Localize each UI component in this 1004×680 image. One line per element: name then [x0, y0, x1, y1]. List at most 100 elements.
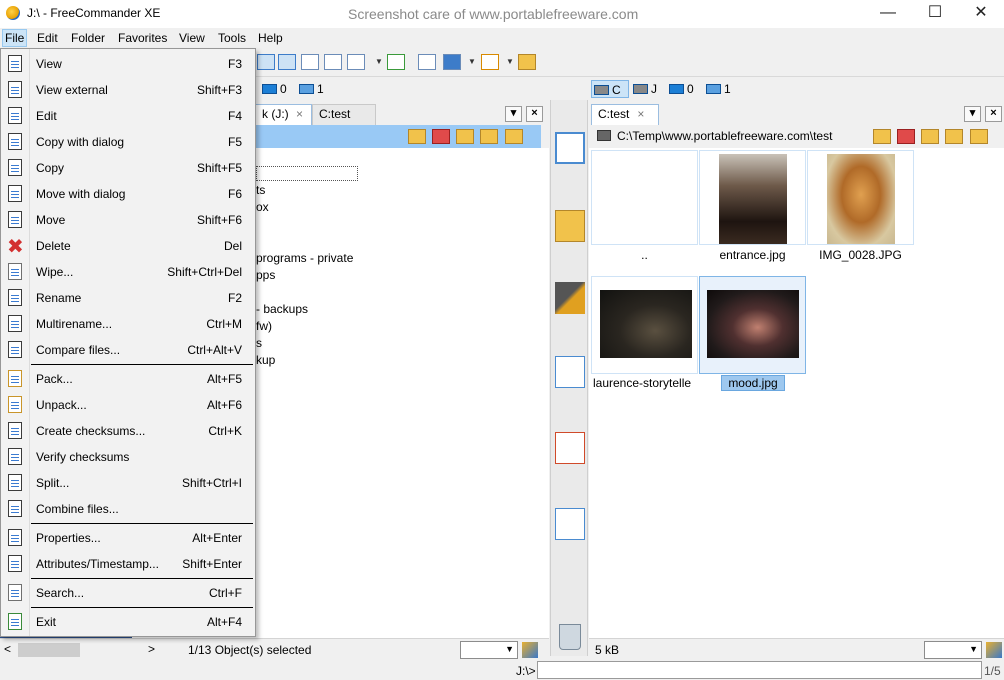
- menu-item-unpack[interactable]: Unpack... Alt+F6: [2, 392, 254, 418]
- command-line-input[interactable]: [537, 661, 982, 679]
- tab-dropdown-icon[interactable]: ▾: [964, 106, 981, 122]
- menu-favorites[interactable]: Favorites: [116, 30, 169, 47]
- move-to-other-panel-icon[interactable]: [555, 432, 585, 464]
- list-view-icon[interactable]: [301, 54, 319, 70]
- menu-edit[interactable]: Edit: [35, 30, 60, 47]
- tree-item[interactable]: programs - private: [256, 251, 353, 265]
- drive-cloud[interactable]: 1: [704, 80, 731, 98]
- drive-c[interactable]: C: [591, 80, 629, 98]
- scroll-right-button[interactable]: >: [148, 642, 155, 656]
- dual-view-icon[interactable]: [324, 54, 342, 70]
- history-icon[interactable]: [873, 129, 891, 144]
- menu-item-create-checksums[interactable]: Create checksums... Ctrl+K: [2, 418, 254, 444]
- file-name[interactable]: IMG_0028.JPG: [807, 248, 914, 262]
- menu-item-wipe[interactable]: Wipe... Shift+Ctrl+Del: [2, 259, 254, 285]
- current-path[interactable]: C:\Temp\www.portablefreeware.com\test: [617, 129, 832, 143]
- tools-icon[interactable]: [555, 282, 585, 314]
- menu-item-compare-files[interactable]: Compare files... Ctrl+Alt+V: [2, 337, 254, 363]
- app-icon[interactable]: [6, 6, 20, 20]
- menu-help[interactable]: Help: [256, 30, 285, 47]
- file-name[interactable]: ..: [591, 248, 698, 262]
- filter-combobox[interactable]: ▼: [924, 641, 982, 659]
- favorites-icon[interactable]: [432, 129, 450, 144]
- drive-cloud[interactable]: 1: [297, 80, 324, 98]
- parent-folder-icon[interactable]: [456, 129, 474, 144]
- menu-item-exit[interactable]: Exit Alt+F4: [2, 609, 254, 635]
- menu-item-copy[interactable]: Copy Shift+F5: [2, 155, 254, 181]
- thumbnail-parent[interactable]: [591, 150, 698, 245]
- tab-close-icon[interactable]: ×: [526, 106, 543, 122]
- root-folder-icon[interactable]: [945, 129, 963, 144]
- filter-combobox[interactable]: ▼: [460, 641, 518, 659]
- menu-item-edit[interactable]: Edit F4: [2, 103, 254, 129]
- horizontal-scrollbar-thumb[interactable]: [18, 643, 80, 657]
- tab-close-icon[interactable]: ×: [637, 107, 644, 121]
- drive-j[interactable]: J: [631, 80, 657, 98]
- swap-panels-icon[interactable]: [555, 132, 585, 164]
- minimize-icon[interactable]: —: [865, 0, 911, 28]
- menu-tools[interactable]: Tools: [216, 30, 248, 47]
- checklist-icon[interactable]: [418, 54, 436, 70]
- filter-icon[interactable]: [986, 642, 1002, 658]
- view-file-icon[interactable]: [555, 508, 585, 540]
- tab-close-icon[interactable]: ×: [985, 106, 1002, 122]
- layout-icon[interactable]: [347, 54, 365, 70]
- filter-dropdown-icon[interactable]: ▼: [506, 57, 514, 66]
- details-view-icon[interactable]: [278, 54, 296, 70]
- tab-right-ctest[interactable]: C:test ×: [591, 104, 659, 125]
- menu-folder[interactable]: Folder: [69, 30, 107, 47]
- drive-network[interactable]: 0: [260, 80, 287, 98]
- maximize-icon[interactable]: ☐: [912, 0, 958, 28]
- menu-view[interactable]: View: [177, 30, 207, 47]
- tree-item[interactable]: pps: [256, 268, 275, 282]
- thumbnail-mood[interactable]: [699, 276, 806, 374]
- copy-to-other-panel-icon[interactable]: [555, 356, 585, 388]
- tab-left-ctest[interactable]: C:test: [312, 104, 376, 125]
- folder-size-icon[interactable]: [518, 54, 536, 70]
- grid-icon[interactable]: [443, 54, 461, 70]
- file-name-selected[interactable]: mood.jpg: [721, 375, 785, 391]
- thumbnail-img0028[interactable]: [807, 150, 914, 245]
- filter-icon[interactable]: [481, 54, 499, 70]
- recycle-bin-icon[interactable]: [559, 624, 581, 650]
- parent-folder-icon[interactable]: [921, 129, 939, 144]
- tab-dropdown-icon[interactable]: ▾: [505, 106, 522, 122]
- tree-item[interactable]: - backups: [256, 302, 308, 316]
- folder-menu-icon[interactable]: [970, 129, 988, 144]
- menu-item-view-external[interactable]: View external Shift+F3: [2, 77, 254, 103]
- tree-view-icon[interactable]: [257, 54, 275, 70]
- tree-item[interactable]: fw): [256, 319, 272, 333]
- menu-file[interactable]: File: [2, 29, 28, 47]
- menu-item-multirename[interactable]: Multirename... Ctrl+M: [2, 311, 254, 337]
- menu-item-copy-with-dialog[interactable]: Copy with dialog F5: [2, 129, 254, 155]
- drive-network[interactable]: 0: [667, 80, 694, 98]
- menu-item-move-with-dialog[interactable]: Move with dialog F6: [2, 181, 254, 207]
- menu-item-attributes-timestamp[interactable]: Attributes/Timestamp... Shift+Enter: [2, 551, 254, 577]
- folder-icon[interactable]: [555, 210, 585, 242]
- tree-item[interactable]: ox: [256, 200, 269, 214]
- thumbnail-entrance[interactable]: [699, 150, 806, 245]
- favorites-icon[interactable]: [897, 129, 915, 144]
- grid-dropdown-icon[interactable]: ▼: [468, 57, 476, 66]
- menu-item-delete[interactable]: ✖ Delete Del: [2, 233, 254, 259]
- filter-icon[interactable]: [522, 642, 538, 658]
- menu-item-view[interactable]: View F3: [2, 51, 254, 77]
- history-icon[interactable]: [408, 129, 426, 144]
- close-icon[interactable]: ✕: [958, 0, 1004, 28]
- right-panel[interactable]: .. entrance.jpg IMG_0028.JPG laurence-st…: [589, 148, 1004, 638]
- menu-item-properties[interactable]: Properties... Alt+Enter: [2, 525, 254, 551]
- menu-item-combine-files[interactable]: Combine files...: [2, 496, 254, 522]
- root-folder-icon[interactable]: [480, 129, 498, 144]
- scroll-left-button[interactable]: <: [4, 642, 11, 656]
- file-name[interactable]: laurence-storytelle: [593, 376, 697, 390]
- menu-item-rename[interactable]: Rename F2: [2, 285, 254, 311]
- menu-item-pack[interactable]: Pack... Alt+F5: [2, 366, 254, 392]
- folder-menu-icon[interactable]: [505, 129, 523, 144]
- menu-item-verify-checksums[interactable]: Verify checksums: [2, 444, 254, 470]
- tree-item[interactable]: ts: [256, 183, 265, 197]
- menu-item-move[interactable]: Move Shift+F6: [2, 207, 254, 233]
- tree-item[interactable]: kup: [256, 353, 275, 367]
- menu-item-search[interactable]: Search... Ctrl+F: [2, 580, 254, 606]
- tab-close-icon[interactable]: ×: [296, 107, 303, 121]
- menu-item-split[interactable]: Split... Shift+Ctrl+I: [2, 470, 254, 496]
